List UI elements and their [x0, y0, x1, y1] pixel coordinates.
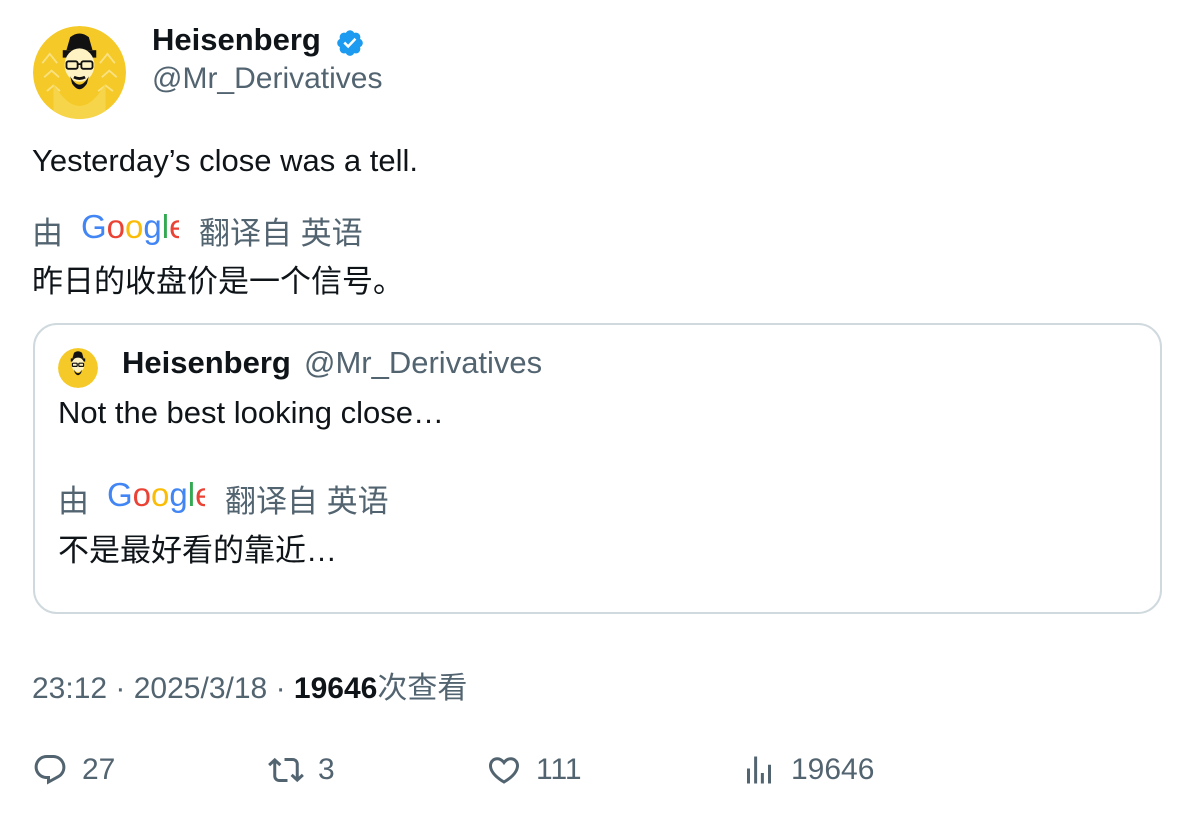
retweet-button[interactable]: 3: [268, 750, 335, 790]
svg-text:Google: Google: [107, 477, 205, 513]
translated-by-label: 由: [32, 216, 63, 251]
quote-author-avatar: [58, 348, 98, 388]
views-icon: [747, 756, 771, 784]
tweet-date[interactable]: 2025/3/18: [134, 672, 267, 705]
retweet-icon: [268, 757, 304, 783]
tweet-text: Yesterday’s close was a tell.: [32, 143, 418, 178]
views-count: 19646: [293, 672, 378, 705]
tweet-time[interactable]: 23:12: [32, 672, 107, 705]
author-handle[interactable]: @Mr_Derivatives: [152, 62, 383, 96]
quote-translation-attribution: 由 Google 翻译自 英语: [58, 476, 389, 521]
google-logo: Google: [81, 208, 187, 253]
tweet-meta: 23:12 · 2025/3/18 · 19646次查看: [32, 663, 467, 707]
quote-translated-by-label: 由: [58, 484, 89, 519]
author-avatar[interactable]: [33, 26, 126, 119]
reply-count: 27: [82, 753, 116, 786]
translated-text: 昨日的收盘价是一个信号。: [32, 264, 404, 299]
reply-icon: [34, 755, 66, 785]
views-label: 次查看: [377, 672, 468, 705]
quote-google-logo: Google: [107, 476, 213, 521]
quote-text: Not the best looking close…: [58, 395, 444, 430]
quote-translated-text: 不是最好看的靠近…: [58, 533, 337, 568]
like-icon: [488, 757, 520, 784]
svg-text:Google: Google: [81, 209, 179, 245]
author-name[interactable]: Heisenberg: [152, 22, 321, 58]
like-count: 111: [536, 753, 582, 786]
quote-author-name: Heisenberg: [122, 345, 291, 380]
retweet-count: 3: [318, 753, 335, 786]
quote-author-handle: @Mr_Derivatives: [304, 345, 543, 380]
verified-badge-icon: [337, 30, 363, 56]
meta-separator: ·: [115, 672, 134, 705]
quote-translated-from-label: 翻译自 英语: [225, 484, 389, 519]
views-action-count: 19646: [791, 753, 875, 786]
translation-attribution: 由 Google 翻译自 英语: [32, 208, 363, 253]
views-button[interactable]: 19646: [741, 750, 874, 790]
translated-from-label: 翻译自 英语: [199, 216, 363, 251]
avatar-illustration: [33, 26, 126, 119]
meta-separator: ·: [275, 672, 294, 705]
like-button[interactable]: 111: [486, 750, 582, 790]
reply-button[interactable]: 27: [32, 750, 115, 790]
